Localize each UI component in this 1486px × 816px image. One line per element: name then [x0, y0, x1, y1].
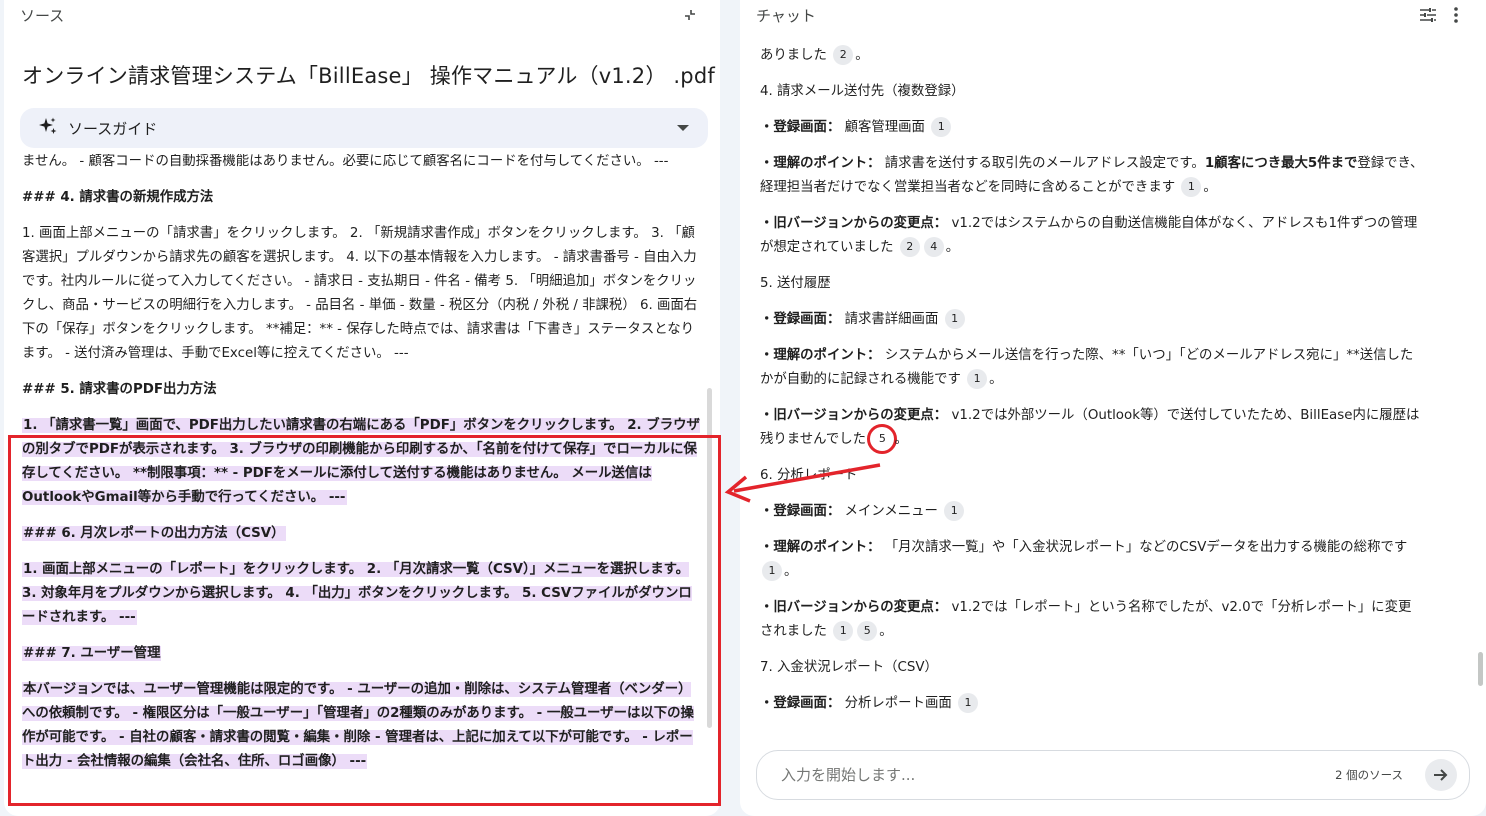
chat-line: ・理解のポイント： 請求書を送付する取引先のメールアドレス設定です。1顧客につき… [760, 156, 1424, 197]
send-button[interactable] [1425, 759, 1457, 791]
source-heading: ### 5. 請求書のPDF出力方法 [22, 382, 217, 397]
chat-line: ・理解のポイント： システムからメール送信を行った際、**「いつ」「どのメールア… [760, 348, 1414, 389]
source-panel-header: ソース [4, 0, 720, 30]
chat-line: ・理解のポイント： 「月次請求一覧」や「入金状況レポート」などのCSVデータを出… [760, 540, 1408, 581]
chat-line: ・登録画面： 請求書詳細画面 1 [760, 308, 1424, 332]
source-paragraph: ません。 - 顧客コードの自動採番機能はありません。必要に応じて顧客名にコードを… [22, 154, 669, 169]
highlighted-passage: 1. 「請求書一覧」画面で、PDF出力したい請求書の右端にある「PDF」ボタンを… [22, 414, 702, 774]
chat-line: ・旧バージョンからの変更点： v1.2ではシステムからの自動送信機能自体がなく、… [760, 216, 1418, 257]
citation-chip[interactable]: 1 [833, 621, 854, 641]
source-content: ません。 - 顧客コードの自動採番機能はありません。必要に応じて顧客名にコードを… [22, 154, 702, 816]
citation-chip[interactable]: 1 [958, 693, 978, 713]
chat-line: ・登録画面： 顧客管理画面 1 [760, 116, 1424, 140]
source-panel: ソース オンライン請求管理システム「BillEase」 操作マニュアル（v1.2… [4, 0, 720, 816]
chat-messages: ・・旧バージョンからの変更点： v1.2では項目自入力制だったため、社内ルールに… [760, 40, 1424, 744]
chat-panel: チャット ・・旧バージョンからの変更点： v1.2では項目自入力制だったため、社… [740, 0, 1486, 816]
source-scrollbar[interactable] [707, 388, 712, 728]
citation-chip[interactable]: 1 [1181, 177, 1202, 197]
chat-panel-header: チャット [740, 0, 1486, 30]
citation-chip[interactable]: 2 [899, 237, 920, 257]
highlighted-text: 1. 「請求書一覧」画面で、PDF出力したい請求書の右端にある「PDF」ボタンを… [22, 418, 700, 505]
citation-chip[interactable]: 1 [931, 117, 952, 137]
chat-section-title: 5. 送付履歴 [760, 276, 831, 291]
citation-chip[interactable]: 1 [944, 501, 965, 521]
chat-line: ・旧バージョンからの変更点： v1.2では「レポート」という名称でしたが、v2.… [760, 600, 1412, 641]
source-heading: ### 4. 請求書の新規作成方法 [22, 190, 214, 205]
sparkle-icon [38, 116, 58, 140]
chat-panel-title: チャット [756, 6, 816, 25]
source-guide-label: ソースガイド [68, 119, 158, 138]
highlighted-heading: ### 6. 月次レポートの出力方法（CSV） [22, 526, 286, 541]
chat-line: ・・旧バージョンからの変更点： v1.2では項目自入力制だったため、社内ルールに… [760, 40, 1424, 68]
highlighted-text: 1. 画面上部メニューの「レポート」をクリックします。 2. 「月次請求一覧（C… [22, 562, 692, 625]
citation-chip[interactable]: 1 [944, 309, 965, 329]
source-count: 2 個のソース [1335, 768, 1403, 782]
citation-chip[interactable]: 2 [833, 45, 854, 65]
chat-input-bar: 2 個のソース [756, 750, 1470, 800]
highlighted-text: 本バージョンでは、ユーザー管理機能は限定的です。 - ユーザーの追加・削除は、シ… [22, 682, 694, 769]
collapse-icon[interactable] [676, 1, 704, 29]
chat-input[interactable] [781, 766, 1336, 784]
citation-chip[interactable]: 4 [923, 237, 944, 257]
chat-line: ・旧バージョンからの変更点： v1.2では外部ツール（Outlook等）で送付し… [760, 408, 1420, 454]
source-paragraph: 1. 画面上部メニューの「請求書」をクリックします。 2. 「新規請求書作成」ボ… [22, 226, 698, 361]
chat-section-title: 7. 入金状況レポート（CSV） [760, 660, 938, 675]
more-vert-icon[interactable] [1442, 1, 1470, 29]
source-guide-toggle[interactable]: ソースガイド [20, 108, 708, 148]
chat-scrollbar[interactable] [1478, 652, 1483, 686]
citation-chip[interactable]: 1 [762, 561, 782, 581]
citation-chip[interactable]: 5 [857, 621, 878, 641]
chat-section-title: 6. 分析レポート [760, 468, 858, 483]
chat-line: ・登録画面： 分析レポート画面 1 [760, 692, 1424, 716]
document-title: オンライン請求管理システム「BillEase」 操作マニュアル（v1.2） .p… [22, 64, 715, 88]
chat-line: ・登録画面： メインメニュー 1 [760, 500, 1424, 524]
citation-chip[interactable]: 1 [967, 369, 988, 389]
chevron-down-icon [676, 119, 690, 137]
chat-section-title: 4. 請求メール送付先（複数登録） [760, 84, 965, 99]
citation-chip-highlighted[interactable]: 5 [867, 424, 898, 454]
tune-icon[interactable] [1414, 1, 1442, 29]
source-panel-title: ソース [20, 6, 65, 25]
highlighted-heading: ### 7. ユーザー管理 [22, 646, 162, 661]
arrow-right-icon [1434, 769, 1448, 781]
